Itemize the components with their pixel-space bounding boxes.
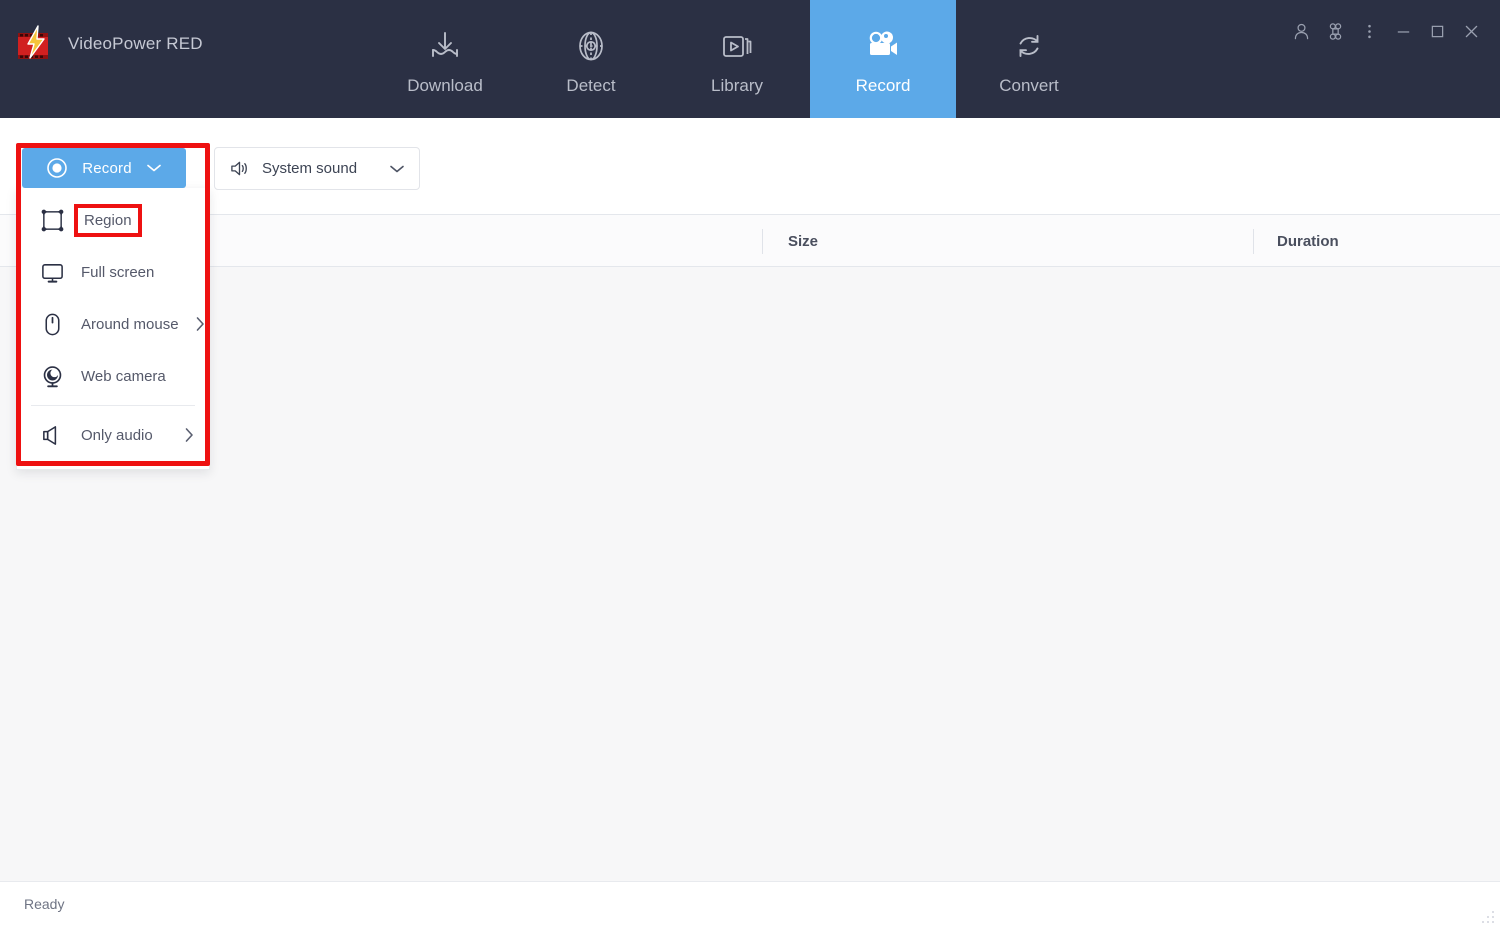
record-camcorder-icon: [861, 25, 905, 67]
column-divider: [1253, 229, 1254, 254]
application-window: VideoPower RED Download Detect Library R…: [0, 0, 1500, 928]
record-dot-icon: [46, 157, 68, 179]
download-icon: [423, 25, 467, 67]
brand: VideoPower RED: [14, 24, 203, 64]
resize-grip-icon[interactable]: [1480, 909, 1496, 925]
tab-download[interactable]: Download: [372, 0, 518, 118]
maximize-icon[interactable]: [1420, 14, 1454, 48]
column-divider: [762, 229, 763, 254]
status-message: Ready: [24, 896, 65, 912]
annotation-box-record-menu: [16, 143, 210, 466]
chevron-down-icon: [389, 164, 405, 174]
shortcuts-icon[interactable]: [1318, 14, 1352, 48]
tab-convert[interactable]: Convert: [956, 0, 1102, 118]
tab-convert-label: Convert: [999, 75, 1059, 95]
tab-record[interactable]: Record: [810, 0, 956, 118]
status-bar: Ready: [0, 881, 1500, 928]
column-header-duration[interactable]: Duration: [1277, 215, 1339, 268]
recordings-panel: Size Duration: [0, 214, 1500, 881]
close-icon[interactable]: [1454, 14, 1488, 48]
speaker-icon: [229, 159, 250, 178]
convert-refresh-icon: [1007, 25, 1051, 67]
title-bar: VideoPower RED Download Detect Library R…: [0, 0, 1500, 118]
minimize-icon[interactable]: [1386, 14, 1420, 48]
tab-detect-label: Detect: [566, 75, 616, 95]
tab-detect[interactable]: Detect: [518, 0, 664, 118]
audio-source-select[interactable]: System sound: [214, 147, 420, 190]
chevron-down-icon: [146, 163, 162, 173]
action-button-bar: Remove selected Open Folder Play Convert: [0, 806, 1500, 881]
column-header-size[interactable]: Size: [788, 215, 818, 268]
library-play-icon: [715, 25, 759, 67]
record-mode-button[interactable]: Record: [22, 148, 186, 188]
window-controls: [1284, 14, 1488, 48]
detect-radar-icon: [569, 25, 613, 67]
more-options-icon[interactable]: [1352, 14, 1386, 48]
table-header: Size Duration: [0, 214, 1500, 267]
videopower-film-lightning-logo: [14, 24, 56, 64]
record-mode-button-label: Record: [82, 159, 132, 177]
tab-library-label: Library: [711, 75, 763, 95]
tab-download-label: Download: [407, 75, 483, 95]
account-icon[interactable]: [1284, 14, 1318, 48]
tab-record-label: Record: [855, 75, 911, 95]
app-title: VideoPower RED: [68, 34, 203, 53]
audio-source-value: System sound: [262, 160, 358, 177]
tab-library[interactable]: Library: [664, 0, 810, 118]
table-body-empty[interactable]: [0, 267, 1500, 881]
main-navigation: Download Detect Library Record Convert: [372, 0, 1102, 118]
